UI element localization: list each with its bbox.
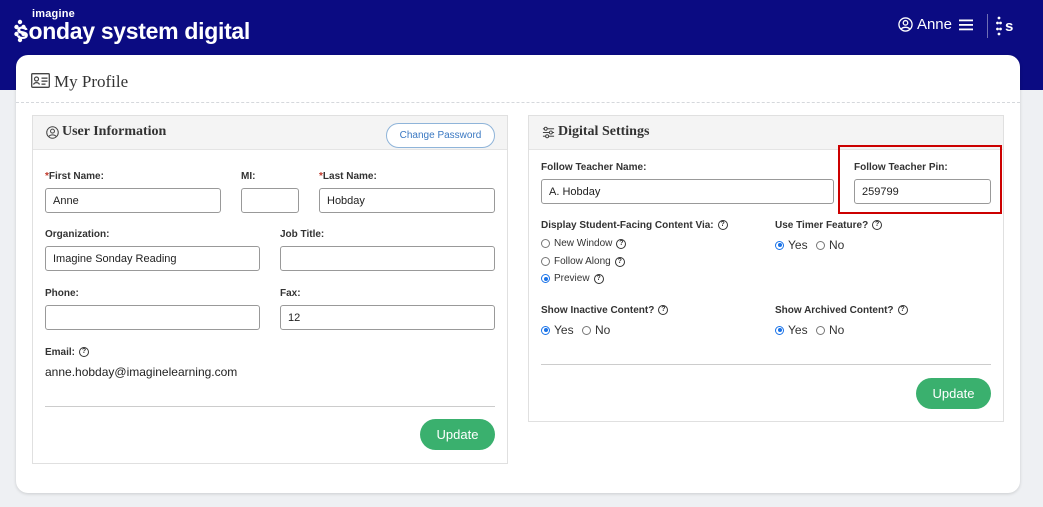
sonday-s-logo-icon[interactable]: s: [996, 14, 1018, 38]
radio-follow-along-label: Follow Along: [554, 256, 611, 267]
digital-settings-title: Digital Settings: [558, 124, 650, 139]
inactive-content-label: Show Inactive Content??: [541, 305, 669, 316]
radio-new-window[interactable]: New Window?: [541, 238, 627, 249]
help-icon[interactable]: ?: [897, 305, 908, 316]
first-name-field[interactable]: Anne: [45, 188, 221, 213]
display-content-label-text: Display Student-Facing Content Via:: [541, 220, 714, 231]
help-icon[interactable]: ?: [717, 220, 728, 231]
first-name-label-text: First Name:: [48, 171, 104, 182]
radio-circle[interactable]: [816, 240, 825, 250]
email-label-text: Email:: [45, 347, 76, 358]
radio-preview-label: Preview: [554, 273, 590, 284]
help-icon[interactable]: ?: [616, 238, 627, 249]
help-icon[interactable]: ?: [614, 256, 625, 267]
archived-content-label: Show Archived Content??: [775, 305, 908, 316]
last-name-label: *Last Name:: [319, 171, 377, 182]
timer-yes-label: Yes: [788, 238, 808, 252]
radio-circle-selected[interactable]: [541, 325, 550, 335]
user-info-separator: [45, 406, 495, 407]
radio-follow-along[interactable]: Follow Along?: [541, 256, 625, 267]
user-name: Anne: [916, 16, 952, 33]
help-icon[interactable]: ?: [658, 305, 669, 316]
user-information-panel: User Information Change Password *First …: [32, 115, 508, 464]
header-divider: [987, 14, 988, 38]
help-icon[interactable]: ?: [79, 347, 90, 358]
timer-yes-radio[interactable]: Yes: [775, 238, 808, 252]
archived-no-radio[interactable]: No: [816, 323, 844, 337]
archived-no-label: No: [829, 323, 845, 337]
teacher-name-label: Follow Teacher Name:: [541, 162, 647, 173]
timer-no-radio[interactable]: No: [816, 238, 844, 252]
archived-yes-radio[interactable]: Yes: [775, 323, 808, 337]
radio-circle-selected[interactable]: [775, 325, 784, 335]
user-circle-icon: [46, 126, 59, 139]
archived-content-label-text: Show Archived Content?: [775, 305, 894, 316]
phone-label: Phone:: [45, 288, 79, 299]
timer-feature-label: Use Timer Feature??: [775, 220, 883, 231]
radio-circle-selected[interactable]: [541, 274, 550, 283]
inactive-no-radio[interactable]: No: [582, 323, 610, 337]
teacher-pin-highlight: [838, 145, 1002, 214]
fax-label: Fax:: [280, 288, 301, 299]
radio-circle[interactable]: [816, 325, 825, 335]
user-menu[interactable]: Anne: [898, 16, 973, 33]
last-name-field[interactable]: Hobday: [319, 188, 495, 213]
profile-card: My Profile User Information Change Passw…: [16, 55, 1020, 493]
inactive-yes-radio[interactable]: Yes: [541, 323, 574, 337]
last-name-label-text: Last Name:: [322, 171, 377, 182]
brand-main-text: sonday system: [16, 18, 179, 44]
digital-settings-separator: [541, 364, 991, 365]
archived-yes-label: Yes: [788, 323, 808, 337]
display-content-label: Display Student-Facing Content Via:?: [541, 220, 728, 231]
organization-field[interactable]: Imagine Sonday Reading: [45, 246, 260, 271]
help-icon[interactable]: ?: [593, 273, 604, 284]
radio-circle[interactable]: [541, 257, 550, 266]
mi-field[interactable]: [241, 188, 299, 213]
first-name-label: *First Name:: [45, 171, 104, 182]
radio-circle-selected[interactable]: [775, 240, 784, 250]
user-information-title: User Information: [62, 124, 167, 139]
radio-circle[interactable]: [541, 239, 550, 248]
page-title: My Profile: [54, 72, 129, 91]
fax-field[interactable]: 12: [280, 305, 495, 330]
profile-card-header: My Profile: [16, 55, 1020, 103]
help-icon[interactable]: ?: [872, 220, 883, 231]
teacher-name-field[interactable]: A. Hobday: [541, 179, 834, 204]
radio-preview[interactable]: Preview?: [541, 273, 604, 284]
radio-new-window-label: New Window: [554, 238, 613, 249]
inactive-content-label-text: Show Inactive Content?: [541, 305, 655, 316]
organization-label: Organization:: [45, 229, 110, 240]
timer-no-label: No: [829, 238, 845, 252]
brand-bold-text: digital: [184, 18, 251, 44]
user-info-update-button[interactable]: Update: [420, 419, 495, 450]
email-value: anne.hobday@imaginelearning.com: [45, 365, 238, 379]
phone-field[interactable]: [45, 305, 260, 330]
sliders-icon: [542, 126, 555, 139]
svg-text:s: s: [1005, 18, 1013, 35]
email-label: Email:?: [45, 347, 90, 358]
menu-icon[interactable]: [959, 19, 973, 31]
timer-feature-label-text: Use Timer Feature?: [775, 220, 869, 231]
radio-circle[interactable]: [582, 325, 591, 335]
inactive-no-label: No: [595, 323, 611, 337]
inactive-yes-label: Yes: [554, 323, 574, 337]
change-password-button[interactable]: Change Password: [386, 123, 495, 148]
mi-label: MI:: [241, 171, 256, 182]
job-title-label: Job Title:: [280, 229, 325, 240]
user-circle-icon: [898, 17, 913, 32]
id-card-icon: [31, 73, 50, 88]
job-title-field[interactable]: [280, 246, 495, 271]
digital-settings-update-button[interactable]: Update: [916, 378, 991, 409]
